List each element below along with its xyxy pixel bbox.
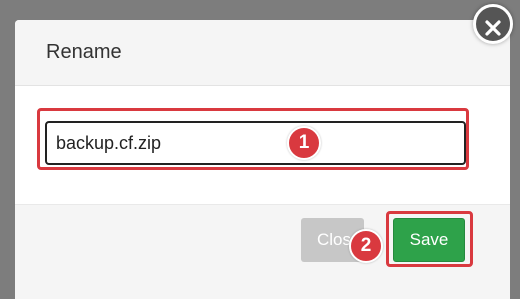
screen: w Rename 1 Close Save 2 — [0, 0, 520, 299]
step-badge-1: 1 — [287, 126, 321, 160]
step-badge-2: 2 — [349, 229, 383, 263]
dialog-title: Rename — [46, 41, 122, 63]
dialog-header: Rename — [15, 20, 510, 86]
dismiss-dialog-button[interactable] — [473, 4, 513, 44]
close-x-icon — [485, 20, 501, 36]
save-button[interactable]: Save — [393, 218, 465, 262]
filename-input[interactable] — [45, 121, 466, 165]
